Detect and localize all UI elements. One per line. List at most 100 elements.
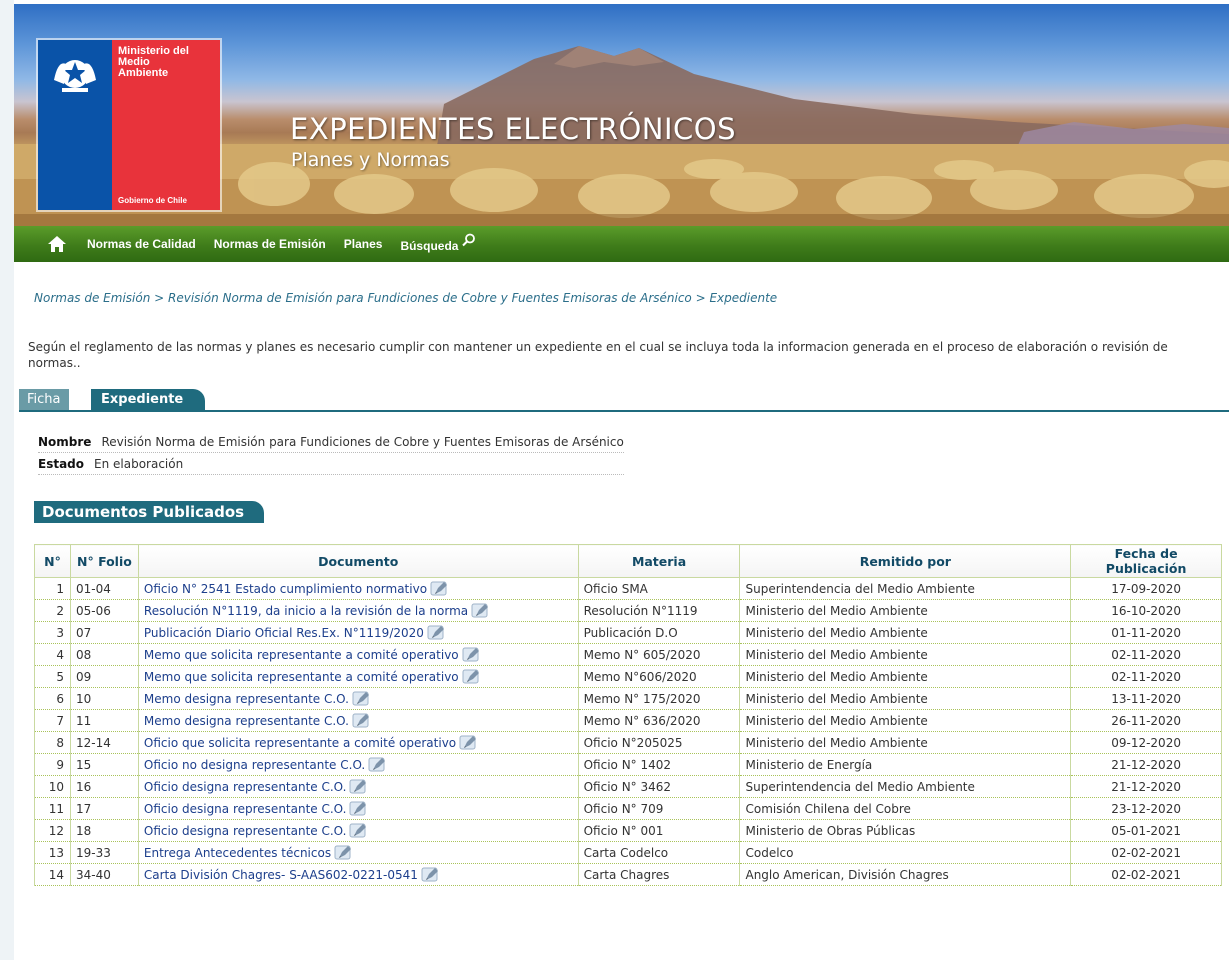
- pencil-icon[interactable]: [334, 845, 353, 860]
- record-info: Nombre Revisión Norma de Emisión para Fu…: [38, 431, 624, 475]
- header-numero[interactable]: N°: [34, 544, 71, 578]
- info-row-nombre: Nombre Revisión Norma de Emisión para Fu…: [38, 431, 624, 453]
- pencil-icon[interactable]: [430, 581, 449, 596]
- cell-numero: 7: [34, 709, 71, 732]
- cell-remitido: Ministerio de Obras Públicas: [739, 819, 1072, 842]
- ministry-logo[interactable]: Ministerio del Medio Ambiente Gobierno d…: [38, 40, 220, 210]
- pencil-icon[interactable]: [352, 713, 371, 728]
- nav-normas-emision[interactable]: Normas de Emisión: [214, 237, 326, 251]
- breadcrumb-revision[interactable]: Revisión Norma de Emisión para Fundicion…: [168, 291, 692, 305]
- document-link[interactable]: Carta División Chagres- S-AAS602-0221-05…: [144, 868, 418, 882]
- header-materia[interactable]: Materia: [577, 544, 741, 578]
- home-icon[interactable]: [47, 235, 67, 253]
- document-link[interactable]: Oficio que solicita representante a comi…: [144, 736, 456, 750]
- pencil-icon[interactable]: [421, 867, 440, 882]
- pencil-icon[interactable]: [368, 757, 387, 772]
- header-banner: Ministerio del Medio Ambiente Gobierno d…: [14, 4, 1229, 226]
- page-title: EXPEDIENTES ELECTRÓNICOS: [290, 112, 737, 146]
- cell-materia: Carta Chagres: [577, 863, 741, 886]
- cell-folio: 15: [69, 753, 139, 776]
- search-icon[interactable]: [462, 233, 476, 247]
- cell-documento: Memo designa representante C.O.: [137, 687, 579, 710]
- cell-remitido: Ministerio del Medio Ambiente: [739, 599, 1072, 622]
- table-row: 13 19-33 Entrega Antecedentes técnicos Cart…: [34, 841, 1222, 864]
- pencil-icon[interactable]: [427, 625, 446, 640]
- tab-expediente[interactable]: Expediente: [91, 389, 206, 410]
- document-link[interactable]: Oficio no designa representante C.O.: [144, 758, 365, 772]
- pencil-icon[interactable]: [471, 603, 490, 618]
- document-link[interactable]: Oficio N° 2541 Estado cumplimiento norma…: [144, 582, 427, 596]
- cell-numero: 2: [34, 599, 71, 622]
- cell-remitido: Ministerio del Medio Ambiente: [739, 731, 1072, 754]
- document-link[interactable]: Resolución N°1119, da inicio a la revisi…: [144, 604, 468, 618]
- document-link[interactable]: Oficio designa representante C.O.: [144, 780, 347, 794]
- table-row: 7 11 Memo designa representante C.O. Memo N…: [34, 709, 1222, 732]
- pencil-icon[interactable]: [349, 779, 368, 794]
- header-remitido[interactable]: Remitido por: [739, 544, 1072, 578]
- cell-remitido: Ministerio del Medio Ambiente: [739, 643, 1072, 666]
- table-row: 1 01-04 Oficio N° 2541 Estado cumplimiento…: [34, 577, 1222, 600]
- breadcrumb-separator: >: [691, 291, 710, 305]
- document-link[interactable]: Oficio designa representante C.O.: [144, 824, 347, 838]
- pencil-icon[interactable]: [349, 823, 368, 838]
- cell-documento: Carta División Chagres- S-AAS602-0221-05…: [137, 863, 579, 886]
- pencil-icon[interactable]: [349, 801, 368, 816]
- nav-normas-calidad[interactable]: Normas de Calidad: [87, 237, 196, 251]
- table-row: 3 07 Publicación Diario Oficial Res.Ex. N°…: [34, 621, 1222, 644]
- cell-fecha: 23-12-2020: [1070, 797, 1222, 820]
- cell-remitido: Superintendencia del Medio Ambiente: [739, 577, 1072, 600]
- breadcrumb-expediente: Expediente: [709, 291, 778, 305]
- document-link[interactable]: Oficio designa representante C.O.: [144, 802, 347, 816]
- cell-folio: 08: [69, 643, 139, 666]
- nav-planes[interactable]: Planes: [344, 237, 383, 251]
- header-folio[interactable]: N° Folio: [69, 544, 139, 578]
- pencil-icon[interactable]: [352, 691, 371, 706]
- page: Ministerio del Medio Ambiente Gobierno d…: [14, 0, 1229, 960]
- cell-fecha: 21-12-2020: [1070, 775, 1222, 798]
- nav-busqueda[interactable]: Búsqueda: [400, 239, 458, 253]
- cell-fecha: 02-11-2020: [1070, 665, 1222, 688]
- cell-remitido: Ministerio del Medio Ambiente: [739, 665, 1072, 688]
- table-row: 12 18 Oficio designa representante C.O. Ofi…: [34, 819, 1222, 842]
- header-documento[interactable]: Documento: [137, 544, 579, 578]
- cell-materia: Memo N° 175/2020: [577, 687, 741, 710]
- cell-remitido: Ministerio del Medio Ambiente: [739, 709, 1072, 732]
- cell-documento: Resolución N°1119, da inicio a la revisi…: [137, 599, 579, 622]
- breadcrumb-separator: >: [150, 291, 169, 305]
- pencil-icon[interactable]: [459, 735, 478, 750]
- tab-ficha[interactable]: Ficha: [19, 389, 69, 410]
- cell-materia: Memo N°606/2020: [577, 665, 741, 688]
- table-row: 8 12-14 Oficio que solicita representante …: [34, 731, 1222, 754]
- table-body: 1 01-04 Oficio N° 2541 Estado cumplimiento…: [34, 577, 1222, 886]
- table-header-row: N° N° Folio Documento Materia Remitido p…: [34, 544, 1222, 578]
- document-link[interactable]: Publicación Diario Oficial Res.Ex. N°111…: [144, 626, 424, 640]
- breadcrumb-normas-emision[interactable]: Normas de Emisión: [34, 291, 150, 305]
- tab-bar: Ficha Expediente: [19, 389, 1229, 412]
- cell-fecha: 21-12-2020: [1070, 753, 1222, 776]
- cell-folio: 17: [69, 797, 139, 820]
- cell-fecha: 02-02-2021: [1070, 863, 1222, 886]
- document-link[interactable]: Memo designa representante C.O.: [144, 692, 349, 706]
- header-fecha[interactable]: Fecha de Publicación: [1070, 544, 1222, 578]
- cell-materia: Oficio N° 001: [577, 819, 741, 842]
- cell-materia: Resolución N°1119: [577, 599, 741, 622]
- document-link[interactable]: Memo que solicita representante a comité…: [144, 648, 459, 662]
- cell-fecha: 02-02-2021: [1070, 841, 1222, 864]
- table-row: 14 34-40 Carta División Chagres- S-AAS602-…: [34, 863, 1222, 886]
- cell-materia: Memo N° 636/2020: [577, 709, 741, 732]
- document-link[interactable]: Memo designa representante C.O.: [144, 714, 349, 728]
- breadcrumb: Normas de Emisión > Revisión Norma de Em…: [34, 291, 777, 305]
- pencil-icon[interactable]: [462, 647, 481, 662]
- cell-numero: 4: [34, 643, 71, 666]
- cell-materia: Oficio N°205025: [577, 731, 741, 754]
- cell-remitido: Ministerio de Energía: [739, 753, 1072, 776]
- cell-numero: 13: [34, 841, 71, 864]
- cell-folio: 11: [69, 709, 139, 732]
- cell-materia: Publicación D.O: [577, 621, 741, 644]
- government-label: Gobierno de Chile: [118, 196, 187, 205]
- info-row-estado: Estado En elaboración: [38, 453, 624, 475]
- pencil-icon[interactable]: [462, 669, 481, 684]
- document-link[interactable]: Entrega Antecedentes técnicos: [144, 846, 331, 860]
- cell-fecha: 17-09-2020: [1070, 577, 1222, 600]
- document-link[interactable]: Memo que solicita representante a comité…: [144, 670, 459, 684]
